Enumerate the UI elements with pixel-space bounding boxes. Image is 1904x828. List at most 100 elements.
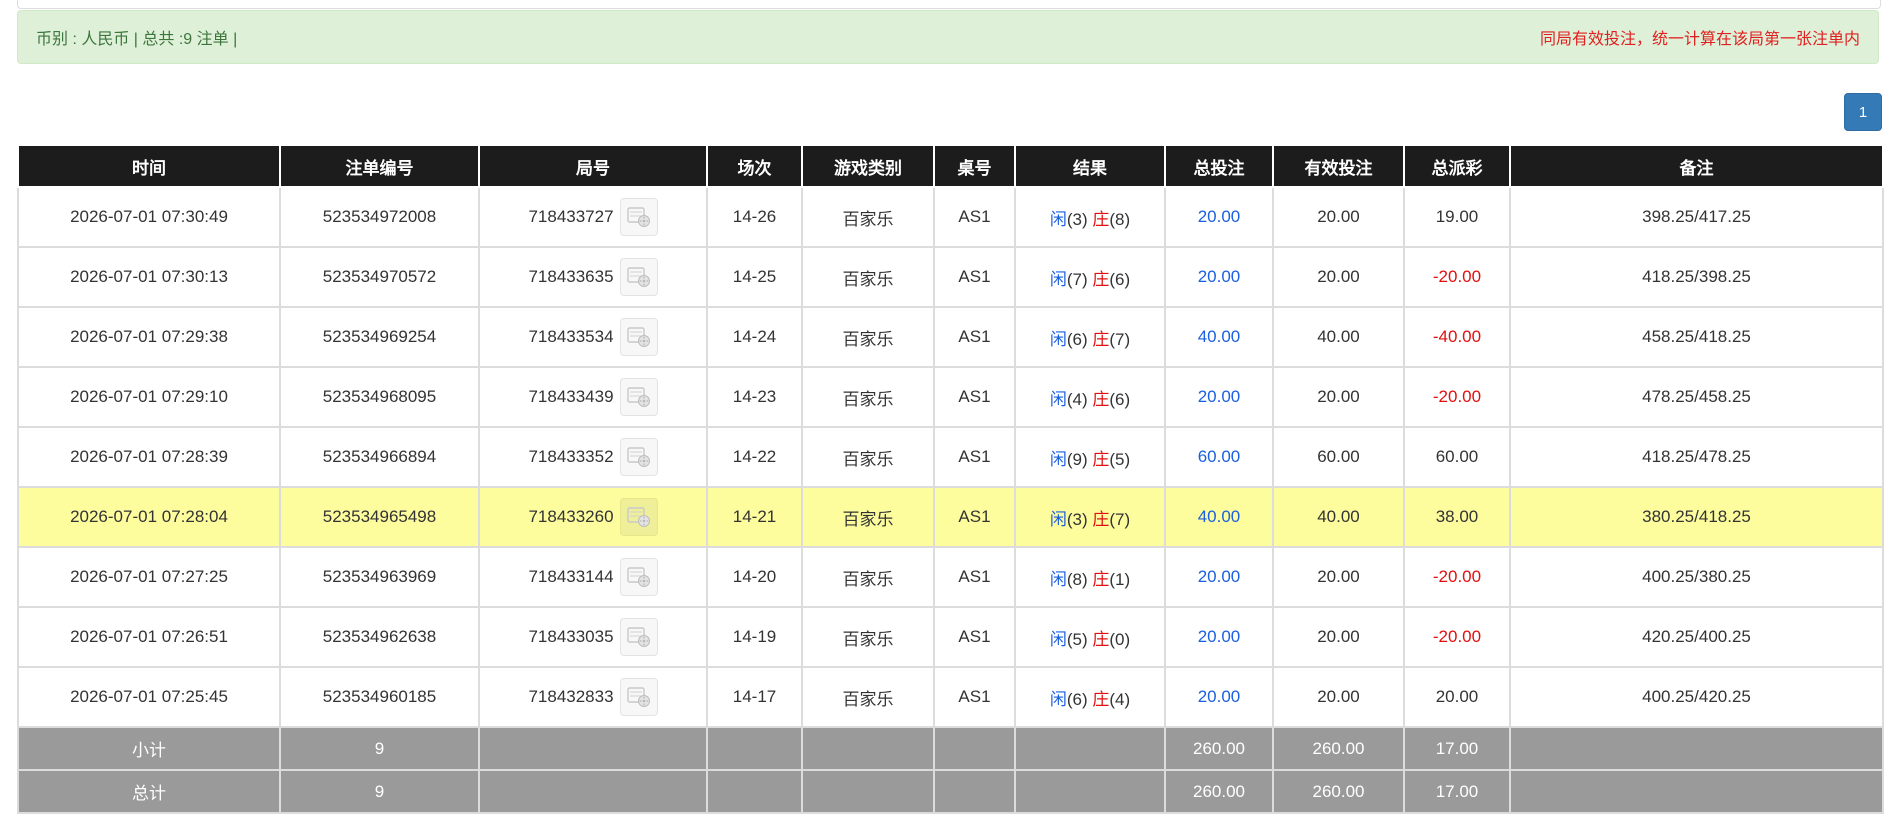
total-bet: 20.00 <box>1164 606 1274 668</box>
empty-cell <box>933 769 1016 814</box>
grandtotal-total-bet: 260.00 <box>1164 769 1274 814</box>
table-row: 2026-07-01 07:27:25 523534963969 718433144… <box>17 546 1884 608</box>
result: 闲(6) 庄(4) <box>1014 666 1166 728</box>
video-icon[interactable] <box>619 318 658 356</box>
round-id-cell: 718432833 <box>478 666 708 728</box>
order-id: 523534965498 <box>279 486 480 548</box>
video-icon[interactable] <box>619 678 658 716</box>
session: 14-22 <box>706 426 803 488</box>
order-id-header: 注单编号 <box>279 144 480 188</box>
grandtotal-payout: 17.00 <box>1403 769 1511 814</box>
bet-time: 2026-07-01 07:30:13 <box>17 246 281 308</box>
table-row: 2026-07-01 07:29:38 523534969254 718433534… <box>17 306 1884 368</box>
table-no: AS1 <box>933 366 1016 428</box>
banker-score: (7) <box>1109 329 1131 349</box>
valid-bet: 20.00 <box>1272 666 1405 728</box>
video-icon[interactable] <box>619 258 658 296</box>
bet-time: 2026-07-01 07:29:10 <box>17 366 281 428</box>
player-score: (8) <box>1066 569 1088 589</box>
banker-label: 庄 <box>1092 329 1110 349</box>
player-label: 闲 <box>1049 509 1067 529</box>
banker-label: 庄 <box>1092 689 1110 709</box>
game-type: 百家乐 <box>801 186 935 248</box>
video-icon[interactable] <box>619 378 658 416</box>
table-row: 2026-07-01 07:26:51 523534962638 718433035… <box>17 606 1884 668</box>
empty-cell <box>933 726 1016 771</box>
subtotal-count: 9 <box>279 726 480 771</box>
payout: -20.00 <box>1403 606 1511 668</box>
empty-cell <box>1014 769 1166 814</box>
note: 398.25/417.25 <box>1509 186 1884 248</box>
table-no-header: 桌号 <box>933 144 1016 188</box>
order-id: 523534968095 <box>279 366 480 428</box>
subtotal-total-bet: 260.00 <box>1164 726 1274 771</box>
note: 400.25/420.25 <box>1509 666 1884 728</box>
banker-score: (5) <box>1109 449 1131 469</box>
banker-score: (6) <box>1109 269 1131 289</box>
valid-bet: 20.00 <box>1272 186 1405 248</box>
note: 418.25/398.25 <box>1509 246 1884 308</box>
round-id-cell: 718433439 <box>478 366 708 428</box>
payout: 38.00 <box>1403 486 1511 548</box>
player-score: (9) <box>1066 449 1088 469</box>
video-icon[interactable] <box>619 558 658 596</box>
round-id-cell: 718433144 <box>478 546 708 608</box>
valid-bet: 40.00 <box>1272 486 1405 548</box>
table-row: 2026-07-01 07:28:39 523534966894 718433352… <box>17 426 1884 488</box>
banker-label: 庄 <box>1092 389 1110 409</box>
session: 14-20 <box>706 546 803 608</box>
valid-bet: 20.00 <box>1272 366 1405 428</box>
empty-cell <box>478 769 708 814</box>
summary-bar: 币别 : 人民币 | 总共 :9 注单 | 同局有效投注，统一计算在该局第一张注… <box>17 10 1879 64</box>
payout: 60.00 <box>1403 426 1511 488</box>
round-id-header: 局号 <box>478 144 708 188</box>
video-icon[interactable] <box>619 498 658 536</box>
table-no: AS1 <box>933 546 1016 608</box>
result: 闲(9) 庄(5) <box>1014 426 1166 488</box>
top-panel <box>17 0 1881 9</box>
total-bet-header: 总投注 <box>1164 144 1274 188</box>
player-score: (6) <box>1066 689 1088 709</box>
note: 400.25/380.25 <box>1509 546 1884 608</box>
payout: 20.00 <box>1403 666 1511 728</box>
round-id: 718433727 <box>528 207 614 226</box>
banker-label: 庄 <box>1092 209 1110 229</box>
banker-score: (0) <box>1109 629 1131 649</box>
payout: -40.00 <box>1403 306 1511 368</box>
round-id: 718433260 <box>528 507 614 526</box>
banker-score: (7) <box>1109 509 1131 529</box>
total-bet: 40.00 <box>1164 486 1274 548</box>
player-label: 闲 <box>1049 329 1067 349</box>
round-id-cell: 718433352 <box>478 426 708 488</box>
banker-label: 庄 <box>1092 569 1110 589</box>
game-type: 百家乐 <box>801 606 935 668</box>
note: 380.25/418.25 <box>1509 486 1884 548</box>
table-no: AS1 <box>933 666 1016 728</box>
game-type-header: 游戏类别 <box>801 144 935 188</box>
page-button-1[interactable]: 1 <box>1844 93 1882 131</box>
round-id-cell: 718433035 <box>478 606 708 668</box>
empty-cell <box>801 769 935 814</box>
video-icon[interactable] <box>619 618 658 656</box>
header-row: 时间 注单编号 局号 场次 游戏类别 桌号 结果 总投注 有效投注 总派彩 备注 <box>17 144 1884 188</box>
bet-time: 2026-07-01 07:27:25 <box>17 546 281 608</box>
order-id: 523534972008 <box>279 186 480 248</box>
banker-label: 庄 <box>1092 629 1110 649</box>
order-id: 523534960185 <box>279 666 480 728</box>
video-icon[interactable] <box>619 198 658 236</box>
payout: 19.00 <box>1403 186 1511 248</box>
round-id: 718433144 <box>528 567 614 586</box>
valid-bet: 20.00 <box>1272 546 1405 608</box>
valid-bet-header: 有效投注 <box>1272 144 1405 188</box>
video-icon[interactable] <box>619 438 658 476</box>
payout-header: 总派彩 <box>1403 144 1511 188</box>
round-id: 718433534 <box>528 327 614 346</box>
banker-score: (8) <box>1109 209 1131 229</box>
grandtotal-valid-bet: 260.00 <box>1272 769 1405 814</box>
currency-summary: 币别 : 人民币 | 总共 :9 注单 | <box>36 31 238 48</box>
order-id: 523534969254 <box>279 306 480 368</box>
order-id: 523534966894 <box>279 426 480 488</box>
player-label: 闲 <box>1049 449 1067 469</box>
result: 闲(4) 庄(6) <box>1014 366 1166 428</box>
session: 14-21 <box>706 486 803 548</box>
